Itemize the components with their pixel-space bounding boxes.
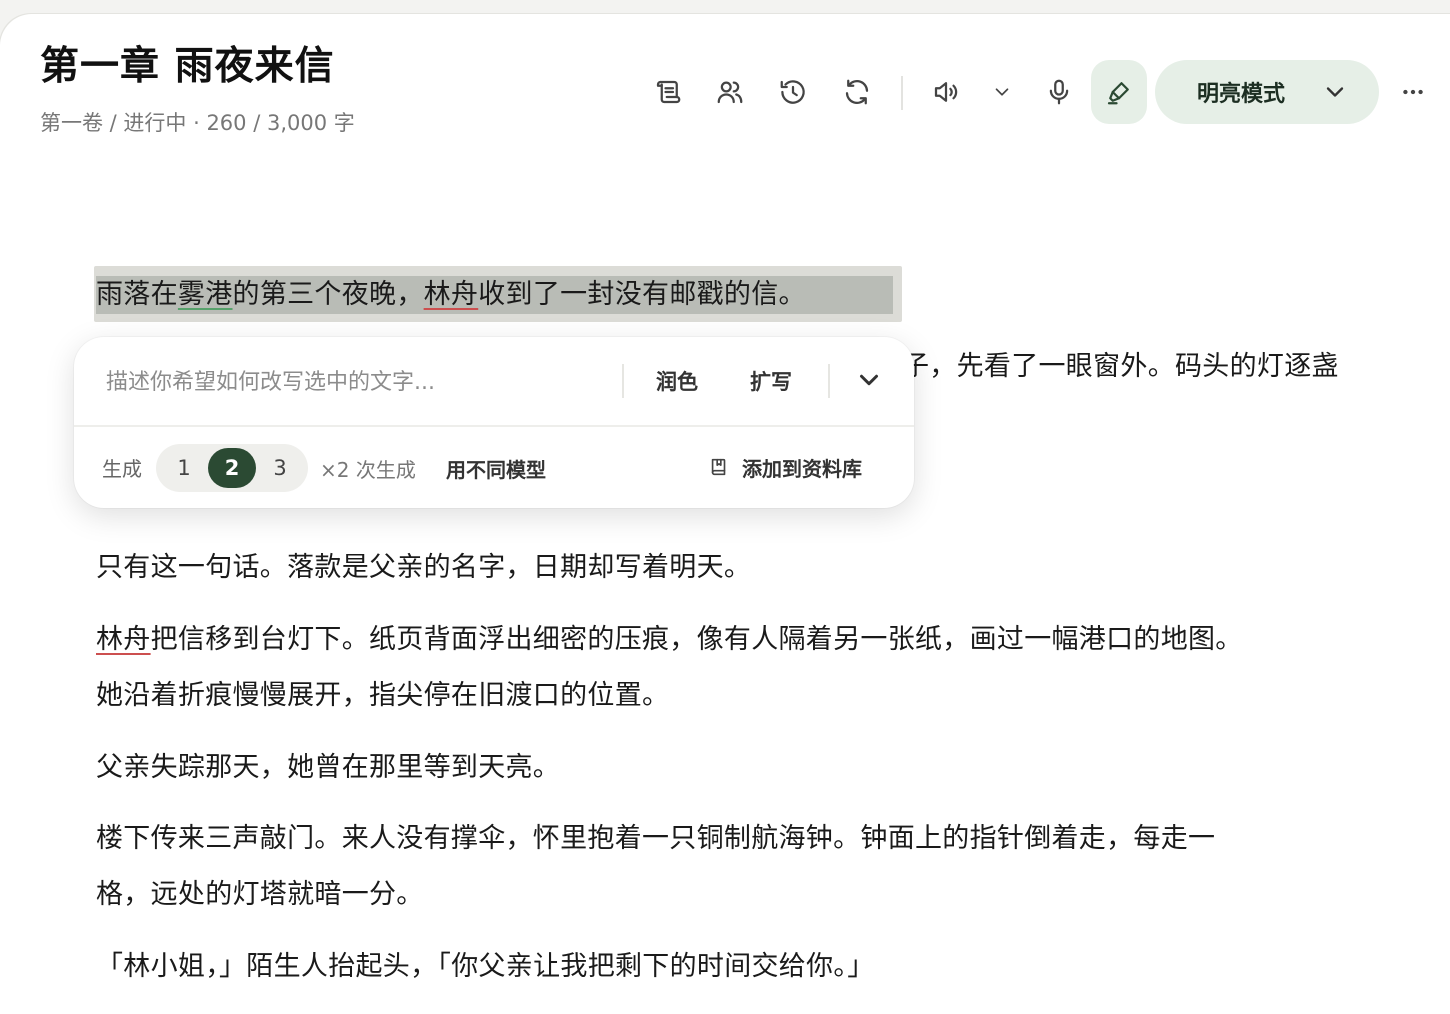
- entity-character: 林舟: [96, 624, 151, 655]
- paragraph[interactable]: 「林小姐，」陌生人抬起头，「你父亲让我把剩下的时间交给你。」: [96, 939, 875, 995]
- characters-icon: [717, 81, 743, 104]
- paragraph[interactable]: 父亲失踪那天，她曾在那里等到天亮。: [96, 740, 560, 796]
- different-model-button[interactable]: 用不同模型: [446, 454, 546, 483]
- refresh-icon: [845, 79, 869, 105]
- polish-button[interactable]: 润色: [656, 363, 698, 401]
- highlighter-icon: [1107, 82, 1129, 105]
- divider: [622, 364, 624, 398]
- expand-button[interactable]: 扩写: [750, 363, 792, 401]
- paragraph-line[interactable]: 她沿着折痕慢慢展开，指尖停在旧渡口的位置。: [96, 668, 669, 724]
- generate-label: 生成: [102, 457, 142, 481]
- refresh-button[interactable]: [829, 60, 885, 124]
- chapter-meta: 第一卷 / 进行中 · 260 / 3,000 字: [40, 111, 355, 135]
- paragraph[interactable]: 只有这一句话。落款是父亲的名字，日期却写着明天。: [96, 540, 751, 596]
- partial-paragraph[interactable]: 子，先看了一眼窗外。码头的灯逐盏: [902, 339, 1339, 395]
- dictation-button[interactable]: [1031, 60, 1087, 124]
- generation-options: 生成 1 2 3 ×2 次生成 用不同模型 添加到资料库: [74, 437, 914, 497]
- theme-mode-dropdown[interactable]: 明亮模式: [1155, 60, 1379, 124]
- paragraph-line[interactable]: 格，远处的灯塔就暗一分。: [96, 867, 424, 923]
- more-options-button[interactable]: [854, 365, 886, 397]
- rewrite-prompt-input[interactable]: [104, 359, 618, 405]
- highlight-button[interactable]: [1091, 60, 1147, 124]
- chevron-down-icon: [1321, 78, 1349, 106]
- book-icon: [711, 458, 726, 476]
- paragraph[interactable]: 林舟把信移到台灯下。纸页背面浮出细密的压痕，像有人隔着另一张纸，画过一幅港口的地…: [96, 612, 1243, 668]
- rewrite-popup: 润色 扩写 生成 1 2 3 ×2 次生成 用不同模型 添加到资料库: [74, 337, 914, 508]
- count-option-1[interactable]: 1: [160, 448, 208, 488]
- count-option-3[interactable]: 3: [256, 448, 304, 488]
- add-to-library-label: 添加到资料库: [742, 456, 862, 481]
- outline-icon: [656, 80, 681, 104]
- divider: [828, 364, 830, 398]
- outline-button[interactable]: [640, 60, 696, 124]
- history-icon: [780, 80, 805, 104]
- selected-paragraph[interactable]: 雨落在雾港的第三个夜晚，林舟收到了一封没有邮戳的信。: [96, 267, 806, 323]
- count-option-2[interactable]: 2: [208, 448, 256, 488]
- divider: [74, 425, 914, 427]
- more-button[interactable]: [1393, 60, 1433, 124]
- microphone-icon: [1049, 79, 1069, 105]
- read-aloud-button[interactable]: [918, 60, 974, 124]
- more-icon: [1403, 89, 1423, 95]
- voice-options-dropdown[interactable]: [974, 60, 1030, 124]
- generation-times-label: ×2 次生成: [320, 458, 416, 482]
- add-to-library-button[interactable]: 添加到资料库: [708, 449, 862, 485]
- entity-location: 雾港: [177, 279, 233, 310]
- speaker-icon: [934, 82, 958, 102]
- entity-character: 林舟: [423, 279, 479, 310]
- chevron-down-icon: [995, 88, 1009, 96]
- generation-count-selector: 1 2 3: [156, 444, 308, 492]
- characters-button[interactable]: [702, 60, 758, 124]
- toolbar-divider: [901, 76, 903, 110]
- chapter-title[interactable]: 第一章 雨夜来信: [40, 45, 335, 89]
- chevron-down-icon: [860, 374, 878, 386]
- history-button[interactable]: [765, 60, 821, 124]
- theme-mode-label: 明亮模式: [1197, 82, 1286, 107]
- paragraph[interactable]: 楼下传来三声敲门。来人没有撑伞，怀里抱着一只铜制航海钟。钟面上的指针倒着走，每走…: [96, 811, 1215, 867]
